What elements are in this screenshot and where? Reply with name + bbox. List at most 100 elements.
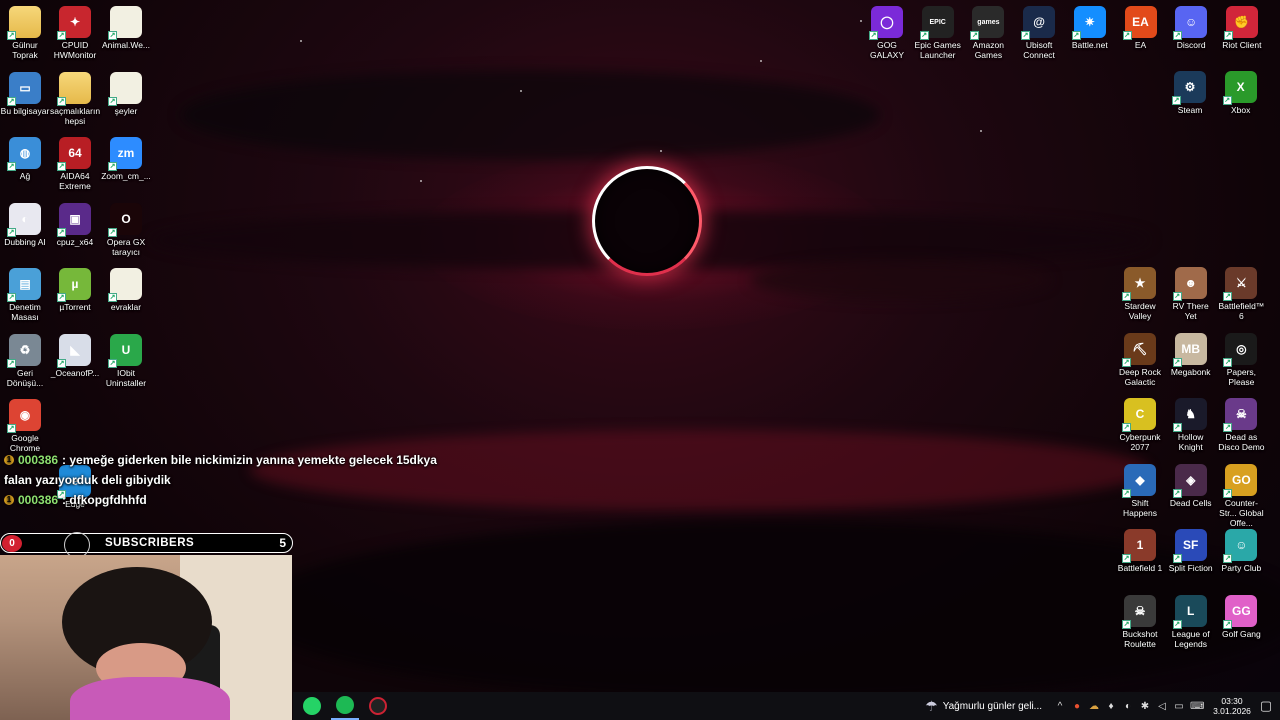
language-icon[interactable]: ⌨ <box>1190 701 1204 712</box>
taskbar-obs[interactable] <box>364 692 392 720</box>
shortcut-arrow-icon: ↗ <box>1172 357 1182 367</box>
desktop-icon-xbox-icon: X ↗ <box>1222 71 1257 105</box>
desktop-icon-iobit-uninstaller[interactable]: U ↗ IObit Uninstaller <box>101 330 151 388</box>
desktop-icon-label: Counter-Str... Global Offe... <box>1219 497 1264 528</box>
desktop-icon-buckshot-roulette[interactable]: ☠ ↗ Buckshot Roulette <box>1115 591 1165 649</box>
desktop-icon-battlefield-6[interactable]: ⚔ ↗ Battlefield™ 6 <box>1216 263 1266 321</box>
shortcut-arrow-icon: ↗ <box>1173 31 1183 40</box>
chat-message: 1 000386 : yemeğe giderken bile nickimiz… <box>0 450 440 470</box>
desktop-icon-label: Riot Client <box>1222 40 1262 50</box>
desktop-icon-bu-bilgisayar[interactable]: ▭ ↗ Bu bilgisayar <box>0 68 50 116</box>
shortcut-arrow-icon: ↗ <box>1122 292 1131 301</box>
desktop-icon-dead-cells[interactable]: ◈ ↗ Dead Cells <box>1166 460 1216 508</box>
steam-tray-icon[interactable]: ◐ <box>1122 701 1134 712</box>
desktop-icon-aida64-extreme[interactable]: 64 ↗ AIDA64 Extreme <box>50 133 100 191</box>
desktop-icon-stardew-valley-icon: ★ ↗ <box>1122 267 1156 301</box>
shortcut-arrow-icon: ↗ <box>7 162 16 171</box>
desktop-icon-amazon-games[interactable]: games ↗ Amazon Games <box>963 2 1013 60</box>
desktop-icon-evraklar-icon: ↗ <box>108 268 142 302</box>
desktop-icon-deep-rock-galactic[interactable]: ⛏ ↗ Deep Rock Galactic <box>1115 329 1165 387</box>
weather-widget[interactable]: ☂ Yağmurlu günler geli... <box>925 698 1042 715</box>
desktop-icon-cpuid-hwmonitor-icon: ✦ ↗ <box>57 6 91 40</box>
desktop-icon-oceanofp[interactable]: ◣ ↗ _OceanofP... <box>50 330 100 378</box>
shortcut-arrow-icon: ↗ <box>108 227 117 237</box>
desktop-icon-dubbing-ai[interactable]: ◐ ↗ Dubbing AI <box>0 199 50 247</box>
desktop-icon-label: Stardew Valley <box>1124 301 1156 321</box>
desktop-icon-label: Battlefield 1 <box>1117 563 1163 573</box>
desktop-icon-cpuz-x64[interactable]: ▣ ↗ cpuz_x64 <box>50 199 100 247</box>
taskbar-spotify[interactable] <box>331 692 359 720</box>
chat-username: 000386 <box>18 453 59 467</box>
clock-date: 3.01.2026 <box>1213 706 1251 716</box>
desktop-icon-label: Dead Cells <box>1169 497 1212 508</box>
desktop-icon-rv-there-yet[interactable]: ☻ ↗ RV There Yet <box>1166 263 1216 321</box>
desktop-icon-split-fiction[interactable]: SF ↗ Split Fiction <box>1166 525 1216 573</box>
desktop-icon-golf-gang-icon: GG ↗ <box>1223 594 1258 629</box>
desktop-icon-battlefield-1[interactable]: 1 ↗ Battlefield 1 <box>1115 525 1165 573</box>
taskbar-whatsapp[interactable] <box>298 692 326 720</box>
desktop-icon-stardew-valley[interactable]: ★ ↗ Stardew Valley <box>1115 263 1165 321</box>
desktop-icon-discord[interactable]: ☺ ↗ Discord <box>1166 2 1216 50</box>
desktop-icon-animal-we[interactable]: ↗ Animal.We... <box>101 2 151 50</box>
desktop-icon-sa-mal-klar-n-hepsi[interactable]: ↗ saçmalıkların hepsi <box>50 68 100 126</box>
desktop-icon-denetim-masas[interactable]: ▤ ↗ Denetim Masası <box>0 264 50 322</box>
clock[interactable]: 03:30 3.01.2026 <box>1212 696 1252 716</box>
desktop-icon-g-lnur-toprak[interactable]: ↗ Gülnur Toprak <box>0 2 50 60</box>
desktop-icon-label: Opera GX tarayıcı <box>106 236 146 257</box>
shortcut-arrow-icon: ↗ <box>1223 619 1233 629</box>
desktop-icon-league-of-legends[interactable]: L ↗ League of Legends <box>1166 591 1216 649</box>
desktop-icon-label: µTorrent <box>59 302 91 312</box>
notification-icon[interactable]: ▢ <box>1252 698 1280 714</box>
shortcut-arrow-icon: ↗ <box>1172 488 1182 498</box>
desktop-icon-evraklar[interactable]: ↗ evraklar <box>101 264 151 312</box>
desktop-icon-label: IObit Uninstaller <box>105 367 147 388</box>
desktop-icon-geri-d-n[interactable]: ♻ ↗ Geri Dönüşü... <box>0 330 50 388</box>
desktop-icon-steam[interactable]: ⚙ ↗ Steam <box>1165 67 1215 115</box>
desktop-icon-shift-happens[interactable]: ◆ ↗ Shift Happens <box>1115 460 1165 518</box>
desktop-icon-eyler[interactable]: ↗ şeyler <box>101 68 151 116</box>
desktop-icon-hollow-knight[interactable]: ♞ ↗ Hollow Knight <box>1166 394 1216 452</box>
desktop-icon-google-chrome[interactable]: ◉ ↗ Google Chrome <box>0 395 50 453</box>
desktop-icon-counter-str-global-offe[interactable]: GO ↗ Counter-Str... Global Offe... <box>1216 460 1266 528</box>
desktop-icon-battle-net[interactable]: ✷ ↗ Battle.net <box>1065 2 1115 50</box>
bluetooth-icon[interactable]: ✱ <box>1139 701 1151 712</box>
desktop-icon-golf-gang[interactable]: GG ↗ Golf Gang <box>1216 591 1266 639</box>
desktop-icon-a[interactable]: ◍ ↗ Ağ <box>0 133 50 181</box>
speaker-icon[interactable]: ◁ <box>1156 701 1168 712</box>
network-icon[interactable]: ▭ <box>1173 701 1185 712</box>
shortcut-arrow-icon: ↗ <box>1122 619 1131 629</box>
shortcut-arrow-icon: ↗ <box>1122 488 1131 498</box>
desktop-icon-battlefield-1-icon: 1 ↗ <box>1122 529 1156 563</box>
shortcut-arrow-icon: ↗ <box>7 293 16 302</box>
desktop-icon-xbox[interactable]: X ↗ Xbox <box>1216 67 1266 115</box>
desktop-icon-epic-games-launcher[interactable]: EPIC ↗ Epic Games Launcher <box>913 2 963 60</box>
desktop-icon-papers-please[interactable]: ◎ ↗ Papers, Please <box>1216 329 1266 387</box>
desktop-icon-rv-there-yet-icon: ☻ ↗ <box>1172 267 1207 301</box>
desktop-icon-label: Bu bilgisayar <box>0 105 50 116</box>
desktop-icon-ubisoft-connect[interactable]: @ ↗ Ubisoft Connect <box>1014 2 1064 60</box>
desktop-icon-label: Cyberpunk 2077 <box>1119 432 1161 452</box>
desktop-icon-gog-galaxy[interactable]: ◯ ↗ GOG GALAXY <box>862 2 912 60</box>
chevron-up-icon[interactable]: ^ <box>1054 701 1066 712</box>
desktop-icon-cpuid-hwmonitor[interactable]: ✦ ↗ CPUID HWMonitor <box>50 2 100 60</box>
tray-app-icon[interactable]: ● <box>1071 701 1083 712</box>
desktop-icon-label: Dead as Disco Demo <box>1218 432 1265 452</box>
shortcut-arrow-icon: ↗ <box>970 31 980 40</box>
shortcut-arrow-icon: ↗ <box>57 96 66 106</box>
desktop-icon-party-club[interactable]: ☺ ↗ Party Club <box>1216 525 1266 573</box>
microphone-icon[interactable]: ♦ <box>1105 701 1117 712</box>
desktop-icon-label: GOG GALAXY <box>869 40 905 60</box>
desktop-icon-hollow-knight-icon: ♞ ↗ <box>1172 398 1207 432</box>
system-tray: ^ ● ☁ ♦ ◐ ✱ ◁ ▭ ⌨ <box>1054 701 1205 712</box>
desktop-icon-riot-client[interactable]: ✊ ↗ Riot Client <box>1217 2 1267 50</box>
tray-cloud-icon[interactable]: ☁ <box>1088 701 1100 712</box>
desktop-icon-torrent[interactable]: µ ↗ µTorrent <box>50 264 100 312</box>
desktop-icon-zoom-cm[interactable]: zm ↗ Zoom_cm_... <box>101 133 151 181</box>
desktop-icon-cyberpunk-2077[interactable]: C ↗ Cyberpunk 2077 <box>1115 394 1165 452</box>
desktop-icon-dead-as-disco-demo[interactable]: ☠ ↗ Dead as Disco Demo <box>1216 394 1266 452</box>
rain-cloud-icon: ☂ <box>925 697 938 714</box>
desktop-icon-megabonk[interactable]: MB ↗ Megabonk <box>1166 329 1216 377</box>
desktop-icon-opera-gx-taray-c[interactable]: O ↗ Opera GX tarayıcı <box>101 199 151 257</box>
desktop-icon-label: Party Club <box>1221 563 1262 573</box>
desktop-icon-ea[interactable]: EA ↗ EA <box>1116 2 1166 50</box>
